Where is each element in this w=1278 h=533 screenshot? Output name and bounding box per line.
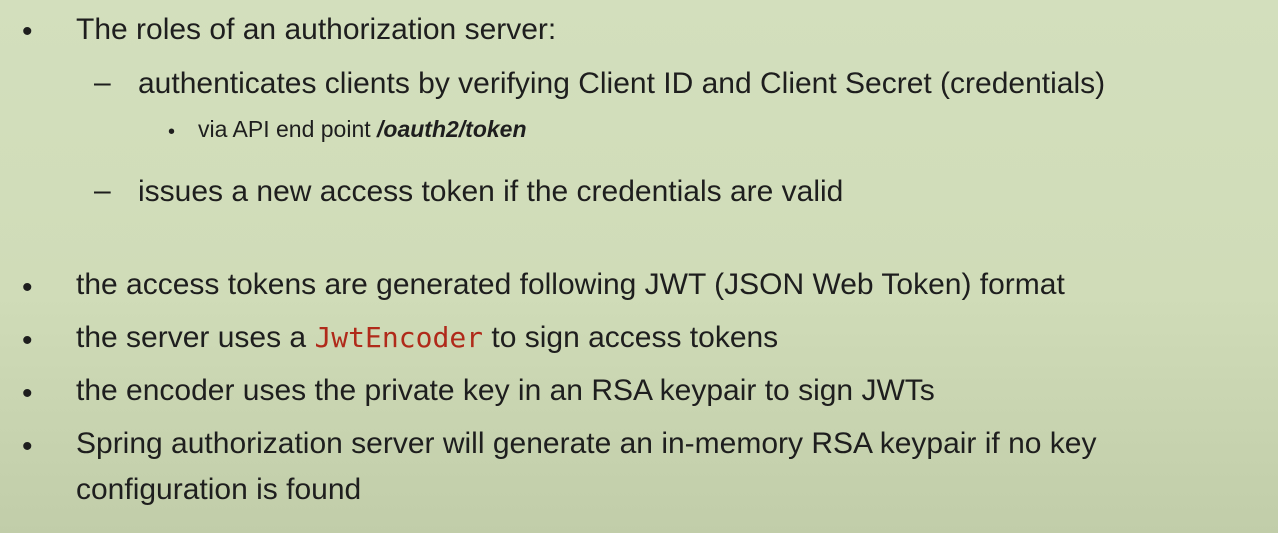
encoder-suffix: to sign access tokens xyxy=(483,321,779,354)
encoder-prefix: the server uses a xyxy=(76,321,315,354)
bullet-icon: • xyxy=(22,324,33,357)
bullet-icon: • xyxy=(22,430,33,463)
jwt-encoder-code: JwtEncoder xyxy=(314,321,484,354)
bullet-icon: • xyxy=(22,377,33,410)
bullet-icon: • xyxy=(22,271,33,304)
dash-icon: – xyxy=(94,174,111,207)
endpoint-path: /oauth2/token xyxy=(377,116,527,142)
bullet-item-jwt-format: the access tokens are generated followin… xyxy=(76,268,1065,301)
bullet-item-roles: The roles of an authorization server: xyxy=(76,13,557,46)
bullet-item-jwt-encoder: the server uses a JwtEncoder to sign acc… xyxy=(76,320,778,356)
endpoint-prefix: via API end point xyxy=(198,116,378,142)
small-bullet-icon: • xyxy=(168,121,176,143)
subitem-issues: issues a new access token if the credent… xyxy=(138,175,844,208)
bullet-item-keypair-line2: configuration is found xyxy=(76,473,362,506)
bullet-item-keypair-line1: Spring authorization server will generat… xyxy=(76,427,1097,460)
dash-icon: – xyxy=(94,66,111,99)
subitem-authenticates: authenticates clients by verifying Clien… xyxy=(138,67,1106,100)
bullet-item-private-key: the encoder uses the private key in an R… xyxy=(76,374,935,407)
subsubitem-endpoint: via API end point /oauth2/token xyxy=(198,116,527,144)
bullet-icon: • xyxy=(22,15,33,48)
slide: • The roles of an authorization server: … xyxy=(0,0,1278,533)
